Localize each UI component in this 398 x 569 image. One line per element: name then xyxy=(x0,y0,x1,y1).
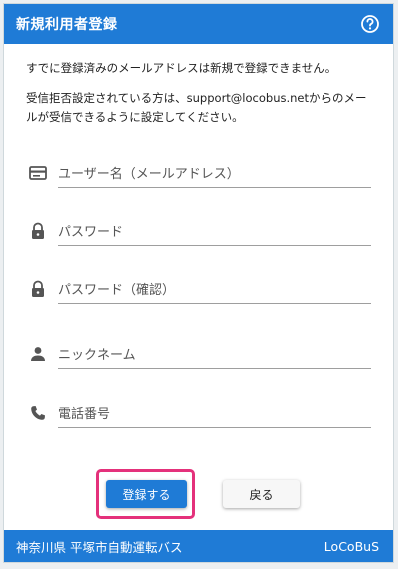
username-input[interactable]: ユーザー名（メールアドレス） xyxy=(58,158,371,188)
nickname-field[interactable]: ニックネーム xyxy=(26,338,371,370)
page-title: 新規利用者登録 xyxy=(16,17,118,33)
notice-text: すでに登録済みのメールアドレスは新規で登録できません。 受信拒否設定されている方… xyxy=(26,59,376,138)
password-confirm-input[interactable]: パスワード（確認） xyxy=(58,274,371,304)
help-circle-icon[interactable] xyxy=(359,13,381,35)
lock-icon xyxy=(26,219,50,243)
username-field[interactable]: ユーザー名（メールアドレス） xyxy=(26,157,371,189)
lock-icon xyxy=(26,277,50,301)
phone-input[interactable]: 電話番号 xyxy=(58,398,371,428)
notice-line-1: すでに登録済みのメールアドレスは新規で登録できません。 xyxy=(26,61,337,75)
phone-icon xyxy=(26,401,50,425)
password-input[interactable]: パスワード xyxy=(58,216,371,246)
registration-panel: 新規利用者登録 すでに登録済みのメールアドレスは新規で登録できません。 受信拒否… xyxy=(3,3,394,563)
register-button[interactable]: 登録する xyxy=(106,480,187,508)
back-button[interactable]: 戻る xyxy=(223,480,300,508)
phone-field[interactable]: 電話番号 xyxy=(26,397,371,429)
footer-location: 神奈川県 平塚市自動運転バス xyxy=(16,539,183,555)
card-icon xyxy=(26,161,50,185)
nickname-input[interactable]: ニックネーム xyxy=(58,339,371,369)
notice-line-2: 受信拒否設定されている方は、support@locobus.netからのメールが… xyxy=(26,91,367,124)
password-field[interactable]: パスワード xyxy=(26,215,371,247)
footer-brand: LoCoBuS xyxy=(323,538,379,554)
person-icon xyxy=(26,342,50,366)
password-confirm-field[interactable]: パスワード（確認） xyxy=(26,273,371,305)
footer-bar: 神奈川県 平塚市自動運転バス LoCoBuS xyxy=(4,530,393,562)
header-bar: 新規利用者登録 xyxy=(4,4,393,44)
